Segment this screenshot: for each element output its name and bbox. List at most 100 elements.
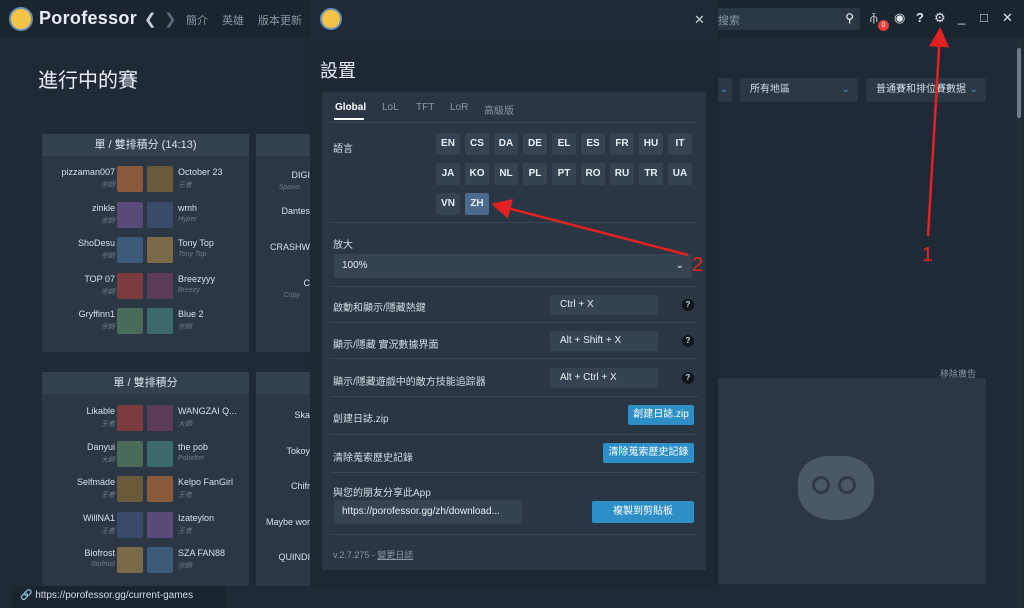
champion-icon [147, 511, 173, 538]
player-name[interactable]: Breezyyy [178, 274, 215, 284]
language-button-cs[interactable]: CS [465, 133, 489, 155]
tab-lol[interactable]: LoL [382, 102, 399, 113]
table-row[interactable]: Selfmáde 王者 Kelpo FanGirl 王者 [42, 474, 249, 506]
language-button-da[interactable]: DA [494, 133, 518, 155]
player-name[interactable]: WANGZAI Q... [178, 406, 237, 416]
champion-icon [147, 308, 173, 334]
player-name[interactable]: Selfmáde [77, 477, 115, 487]
language-button-it[interactable]: IT [668, 133, 692, 155]
copy-to-clipboard-button[interactable]: 複製到剪貼板 [592, 501, 694, 523]
close-icon[interactable]: ✕ [694, 12, 705, 28]
table-row[interactable]: Gryffinn1 宗師 Blue 2 宗師 [42, 306, 249, 338]
active-tab-indicator [334, 118, 364, 120]
tab-tft[interactable]: TFT [416, 102, 434, 113]
language-button-zh[interactable]: ZH [465, 193, 489, 215]
language-button-tr[interactable]: TR [639, 163, 663, 185]
player-name[interactable]: Tokoy [286, 446, 310, 456]
nav-intro[interactable]: 簡介 [186, 12, 208, 28]
player-name[interactable]: pizzaman007 [61, 167, 115, 177]
player-name[interactable]: October 23 [178, 167, 223, 177]
gear-icon[interactable]: ⚙ [934, 10, 946, 26]
forward-arrow-icon[interactable]: ❯ [164, 10, 177, 28]
language-button-ko[interactable]: KO [465, 163, 489, 185]
tab-global[interactable]: Global [335, 102, 366, 113]
player-name[interactable]: SZA FAN88 [178, 548, 225, 558]
share-icon[interactable]: ⫚ [870, 10, 878, 26]
share-url-field[interactable]: https://porofessor.gg/zh/download... [334, 500, 522, 524]
player-name[interactable]: Tony Top [178, 238, 214, 248]
player-name[interactable]: Likable [86, 406, 115, 416]
table-row[interactable]: TOP 07 宗師 Breezyyy Breezy [42, 271, 249, 303]
player-name[interactable]: Gryffinn1 [79, 309, 115, 319]
language-button-de[interactable]: DE [523, 133, 547, 155]
language-button-ro[interactable]: RO [581, 163, 605, 185]
discord-icon[interactable]: ◉ [894, 10, 905, 26]
hotkey-field-live-data[interactable]: Alt + Shift + X [550, 331, 658, 351]
table-row[interactable]: pizzaman007 宗師 October 23 王者 [42, 164, 249, 196]
scrollbar-thumb[interactable] [1017, 48, 1021, 118]
player-name[interactable]: CRASHW [270, 242, 310, 252]
game-panel-title: 單 / 雙排積分 (14:13) [42, 134, 249, 156]
player-name[interactable]: WillNA1 [83, 513, 115, 523]
language-button-pt[interactable]: PT [552, 163, 576, 185]
help-icon[interactable]: ? [682, 299, 694, 311]
nav-champions[interactable]: 英雄 [222, 12, 244, 28]
player-name[interactable]: Ska [294, 410, 310, 420]
create-log-button[interactable]: 創建日誌.zip [628, 405, 694, 425]
player-name[interactable]: zinkle [92, 203, 115, 213]
changelog-link[interactable]: 變更日誌 [377, 550, 413, 560]
table-row[interactable]: Likable 王者 WANGZAI Q... 大師 [42, 403, 249, 435]
language-button-ua[interactable]: UA [668, 163, 692, 185]
clear-history-button[interactable]: 清除蒐索歷史記錄 [603, 443, 694, 463]
help-icon[interactable]: ? [916, 10, 924, 25]
close-window-icon[interactable]: ✕ [1002, 10, 1013, 26]
nav-patch-notes[interactable]: 版本更新 [258, 12, 302, 28]
player-name[interactable]: the pob [178, 442, 208, 452]
player-name[interactable]: wmh [178, 203, 197, 213]
player-name[interactable]: Izateylon [178, 513, 214, 523]
language-button-nl[interactable]: NL [494, 163, 518, 185]
table-row[interactable]: WillNA1 王者 Izateylon 王者 [42, 510, 249, 542]
language-button-pl[interactable]: PL [523, 163, 547, 185]
language-button-en[interactable]: EN [436, 133, 460, 155]
player-name[interactable]: ShoDesu [78, 238, 115, 248]
player-name[interactable]: Chifr [291, 481, 310, 491]
language-button-ru[interactable]: RU [610, 163, 634, 185]
player-name[interactable]: Blue 2 [178, 309, 204, 319]
region-filter-dropdown[interactable]: 所有地區 ⌄ [740, 78, 858, 102]
search-icon[interactable]: ⚲ [845, 11, 854, 25]
player-name[interactable]: Danyui [87, 442, 115, 452]
player-name[interactable]: Biofrost [84, 548, 115, 558]
language-button-hu[interactable]: HU [639, 133, 663, 155]
search-input[interactable]: 搜索 ⚲ [714, 8, 860, 30]
language-button-el[interactable]: EL [552, 133, 576, 155]
tab-premium[interactable]: 高級版 [484, 102, 514, 117]
player-name[interactable]: Dantes [281, 206, 310, 216]
player-name[interactable]: DIGI [291, 170, 310, 180]
language-button-vn[interactable]: VN [436, 193, 460, 215]
queue-filter-dropdown[interactable]: 普通賽和排位賽數据 ⌄ [866, 78, 986, 102]
table-row[interactable]: Danyui 大師 the pob Pobelter [42, 439, 249, 471]
maximize-icon[interactable]: □ [980, 10, 988, 25]
help-icon[interactable]: ? [682, 372, 694, 384]
hotkey-field-toggle[interactable]: Ctrl + X [550, 295, 658, 315]
language-button-fr[interactable]: FR [610, 133, 634, 155]
language-button-es[interactable]: ES [581, 133, 605, 155]
table-row[interactable]: Biofrost Biofrost SZA FAN88 宗師 [42, 545, 249, 577]
zoom-select[interactable]: 100% ⌄ [334, 254, 692, 278]
table-row[interactable]: zinkle 宗師 wmh Hyper [42, 200, 249, 232]
player-name[interactable]: QUINDI [279, 552, 311, 562]
region-dropdown-partial[interactable]: ⌄ [716, 78, 732, 102]
player-rank: Tony Top [178, 251, 207, 258]
tab-lor[interactable]: LoR [450, 102, 468, 113]
player-name[interactable]: TOP 07 [84, 274, 115, 284]
help-icon[interactable]: ? [682, 335, 694, 347]
back-arrow-icon[interactable]: ❮ [144, 10, 157, 28]
minimize-icon[interactable]: _ [958, 10, 965, 25]
table-row[interactable]: ShoDesu 宗師 Tony Top Tony Top [42, 235, 249, 267]
scrollbar[interactable] [1016, 40, 1022, 608]
language-button-ja[interactable]: JA [436, 163, 460, 185]
player-name[interactable]: Maybe wor [266, 517, 310, 527]
hotkey-field-spell-tracker[interactable]: Alt + Ctrl + X [550, 368, 658, 388]
player-name[interactable]: Kelpo FanGirl [178, 477, 233, 487]
